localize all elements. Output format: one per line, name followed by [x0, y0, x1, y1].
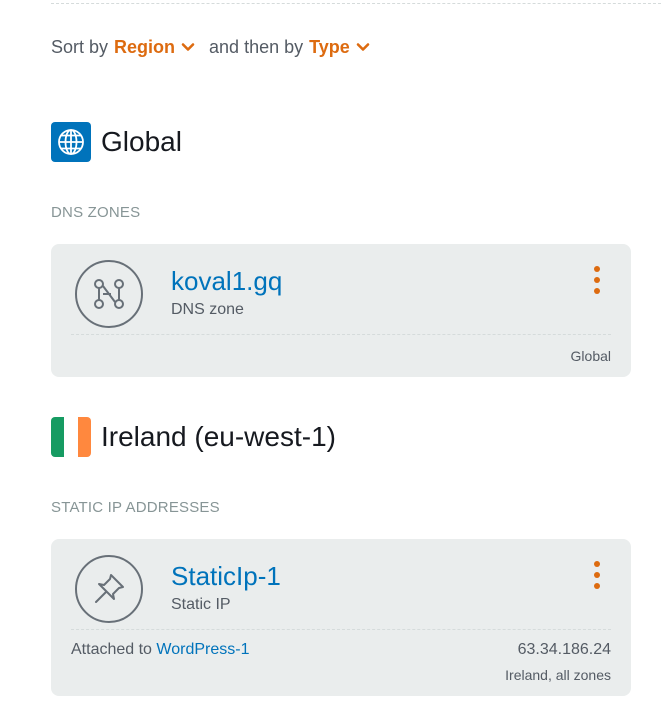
attached-to: Attached to WordPress-1 [71, 641, 249, 659]
sort-prefix: Sort by [51, 36, 109, 57]
kebab-dot [594, 266, 600, 272]
resource-location: Global [570, 348, 611, 364]
region-title: Ireland (eu-west-1) [101, 421, 336, 452]
attached-instance-link[interactable]: WordPress-1 [156, 641, 249, 658]
resource-type: DNS zone [171, 301, 244, 318]
sort-middle-text: and then by [209, 36, 304, 57]
kebab-dot [594, 561, 600, 567]
resource-card-static-ip: StaticIp-1 Static IP Attached to WordPre… [51, 539, 631, 696]
globe-icon [51, 122, 91, 162]
kebab-dot [594, 277, 600, 283]
kebab-dot [594, 583, 600, 589]
sort-secondary-label: Type [309, 36, 350, 57]
resource-type: Static IP [171, 596, 231, 613]
kebab-dot [594, 572, 600, 578]
resource-card-dns-zone: koval1.gq DNS zone Global [51, 244, 631, 377]
more-actions-button[interactable] [591, 561, 603, 589]
region-title: Global [101, 126, 182, 157]
sort-secondary-dropdown[interactable]: Type [309, 37, 370, 58]
chevron-down-icon [356, 43, 370, 51]
sort-primary-label: Region [114, 36, 176, 57]
section-label-dns-zones: DNS ZONES [51, 204, 141, 221]
region-header-global: Global [51, 122, 182, 162]
resource-name-link[interactable]: StaticIp-1 [171, 561, 281, 592]
chevron-down-icon [181, 43, 195, 51]
top-divider [51, 3, 661, 4]
sort-bar: Sort by Region and then by Type [51, 34, 384, 60]
more-actions-button[interactable] [591, 266, 603, 294]
section-label-static-ip: STATIC IP ADDRESSES [51, 499, 220, 516]
resource-name-link[interactable]: koval1.gq [171, 266, 282, 297]
attached-prefix: Attached to [71, 641, 152, 658]
region-header-ireland: Ireland (eu-west-1) [51, 417, 336, 457]
card-divider [71, 629, 611, 630]
kebab-dot [594, 288, 600, 294]
card-divider [71, 334, 611, 335]
dns-zone-icon [75, 260, 143, 328]
pushpin-icon [75, 555, 143, 623]
ireland-flag-icon [51, 417, 91, 457]
sort-primary-dropdown[interactable]: Region [114, 37, 195, 58]
resource-location: Ireland, all zones [505, 667, 611, 683]
static-ip-address: 63.34.186.24 [517, 641, 611, 658]
